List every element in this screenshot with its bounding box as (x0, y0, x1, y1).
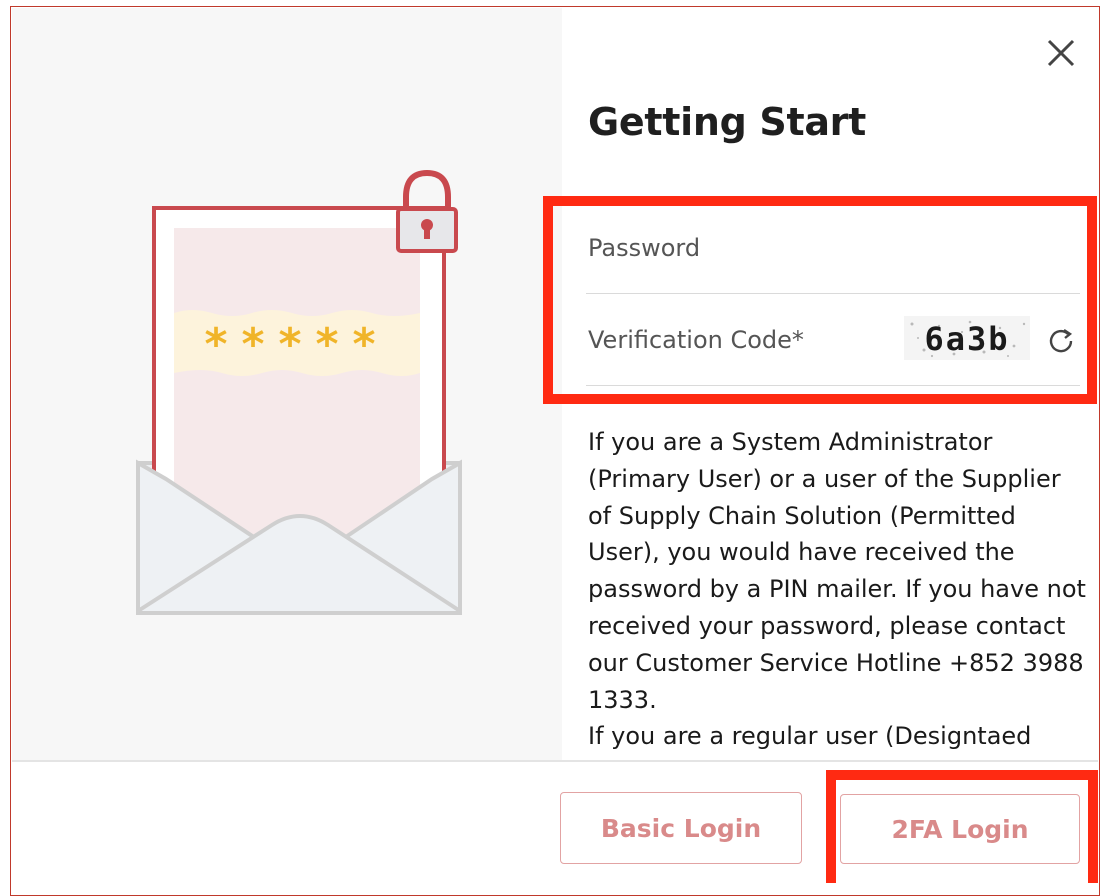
highlight-box-fields (543, 196, 1097, 404)
close-icon[interactable] (1042, 34, 1080, 72)
basic-login-button[interactable]: Basic Login (560, 792, 802, 864)
padlock-icon (396, 169, 458, 253)
illustration-panel: ***** (12, 8, 562, 760)
highlight-box-2fa (826, 770, 1098, 883)
envelope-icon: ***** (136, 169, 462, 615)
info-text: If you are a System Administrator (Prima… (588, 428, 1086, 751)
masked-password: ***** (204, 319, 389, 370)
dialog-title: Getting Start (588, 100, 866, 144)
